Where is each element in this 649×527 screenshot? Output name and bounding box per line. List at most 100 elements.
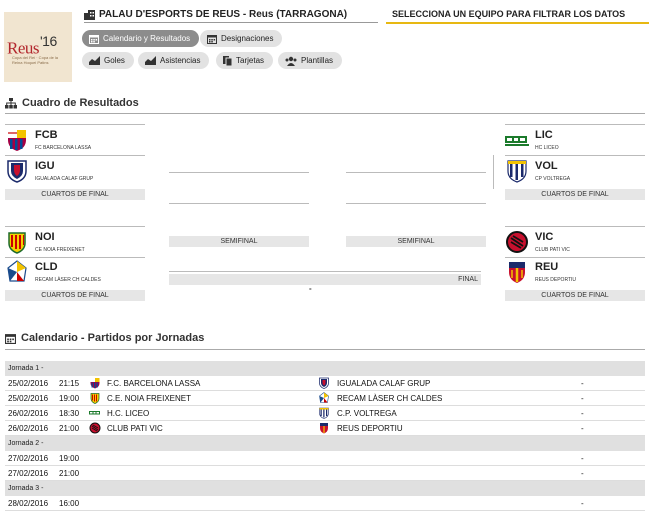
- tab-plantillas-label: Plantillas: [301, 56, 334, 65]
- bracket-line: [5, 155, 145, 156]
- match-date: 26/02/2016: [8, 409, 49, 418]
- team-igu[interactable]: IGU IGUALADA CALAF GRUP: [5, 157, 145, 187]
- bracket-line: [5, 226, 145, 227]
- match-time: 19:00: [59, 394, 80, 403]
- match-row[interactable]: 26/02/2016 21:00 CLUB PATI VIC REUS DEPO…: [5, 421, 645, 436]
- vic-crest-icon: [89, 422, 101, 434]
- match-row[interactable]: 25/02/2016 19:00 C.E. NOIA FREIXENET REC…: [5, 391, 645, 406]
- team-code: REU: [535, 261, 559, 273]
- tab-goles[interactable]: Goles: [82, 52, 134, 69]
- round-label-semifinal-right: SEMIFINAL: [346, 236, 486, 247]
- tab-designaciones-label: Designaciones: [221, 34, 274, 43]
- bracket-line: [505, 124, 645, 125]
- bracket-line: [169, 172, 309, 173]
- bracket-line: [346, 203, 486, 204]
- area-chart-icon: [89, 56, 100, 65]
- match-home-team[interactable]: CLUB PATI VIC: [107, 424, 163, 433]
- team-code: IGU: [35, 160, 55, 172]
- match-away-team[interactable]: RECAM LÀSER CH CALDES: [337, 394, 442, 403]
- jornada-header: Jornada 1 -: [5, 361, 645, 376]
- match-date: 25/02/2016: [8, 394, 49, 403]
- match-away-team[interactable]: REUS DEPORTIU: [337, 424, 403, 433]
- match-result: -: [581, 379, 584, 388]
- match-home-team[interactable]: H.C. LICEO: [107, 409, 149, 418]
- bracket-line: [5, 124, 145, 125]
- round-label-final: FINAL: [169, 274, 481, 285]
- tab-calendario[interactable]: Calendario y Resultados: [82, 30, 200, 47]
- team-name: IGUALADA CALAF GRUP: [35, 176, 94, 182]
- team-name: RECAM LÀSER CH CALDES: [35, 277, 101, 283]
- match-result: -: [581, 454, 584, 463]
- cld-crest-icon: [319, 392, 329, 403]
- team-name: FC BARCELONA LASSA: [35, 145, 92, 151]
- igu-crest-icon: [319, 377, 329, 389]
- tab-plantillas[interactable]: Plantillas: [278, 52, 343, 69]
- team-lic[interactable]: LIC HC LICEO: [505, 126, 645, 156]
- team-code: FCB: [35, 129, 58, 141]
- team-code: LIC: [535, 129, 553, 141]
- round-label-cuartos: CUARTOS DE FINAL: [5, 290, 145, 301]
- tab-designaciones[interactable]: Designaciones: [200, 30, 283, 47]
- venue-text: PALAU D'ESPORTS DE REUS - Reus (TARRAGON…: [99, 9, 348, 20]
- team-cld[interactable]: CLD RECAM LÀSER CH CALDES: [5, 258, 145, 288]
- bracket-title: Cuadro de Resultados: [5, 97, 139, 109]
- users-icon: [285, 56, 297, 66]
- round-label-cuartos: CUARTOS DE FINAL: [505, 290, 645, 301]
- match-home-team[interactable]: C.E. NOIA FREIXENET: [107, 394, 191, 403]
- match-row[interactable]: 27/02/2016 19:00 -: [5, 451, 645, 466]
- bracket-line: [505, 155, 645, 156]
- bracket-line: [169, 203, 309, 204]
- team-noi[interactable]: NOI CE NOIA FREIXENET: [5, 228, 145, 258]
- match-date: 28/02/2016: [8, 499, 49, 508]
- team-vic[interactable]: VIC CLUB PATI VIC: [505, 228, 645, 258]
- lic-crest-icon: [505, 136, 529, 146]
- bracket-line: [169, 271, 481, 272]
- event-logo: Reus'16 Copa del Rei · Copa de la Reina …: [4, 12, 72, 82]
- igu-crest-icon: [7, 160, 27, 183]
- match-row[interactable]: 28/02/2016 16:00 -: [5, 496, 645, 511]
- bracket-line: [505, 226, 645, 227]
- noi-crest-icon: [8, 232, 26, 254]
- tab-goles-label: Goles: [104, 56, 125, 65]
- vic-crest-icon: [506, 231, 528, 253]
- team-name: HC LICEO: [535, 145, 559, 151]
- match-result: -: [581, 394, 584, 403]
- match-date: 25/02/2016: [8, 379, 49, 388]
- match-result: -: [581, 424, 584, 433]
- calendar-icon: [89, 34, 99, 44]
- vol-crest-icon: [507, 160, 527, 183]
- reu-crest-icon: [509, 262, 525, 283]
- team-code: NOI: [35, 231, 55, 243]
- match-time: 18:30: [59, 409, 80, 418]
- match-row[interactable]: 25/02/2016 21:15 F.C. BARCELONA LASSA IG…: [5, 376, 645, 391]
- tab-tarjetas-label: Tarjetas: [236, 56, 265, 65]
- calendar-icon: [207, 34, 217, 44]
- team-reu[interactable]: REU REUS DEPORTIU: [505, 258, 645, 288]
- match-row[interactable]: 27/02/2016 21:00 -: [5, 466, 645, 481]
- match-row[interactable]: 26/02/2016 18:30 H.C. LICEO C.P. VOLTREG…: [5, 406, 645, 421]
- lic-crest-icon: [89, 411, 100, 415]
- tab-tarjetas[interactable]: Tarjetas: [216, 52, 274, 69]
- logo-subtitle: Copa del Rei · Copa de la Reina Hoquei P…: [12, 55, 59, 65]
- match-date: 27/02/2016: [8, 469, 49, 478]
- team-name: CLUB PATI VIC: [535, 247, 570, 253]
- filter-divider: [386, 22, 649, 24]
- team-code: CLD: [35, 261, 58, 273]
- match-away-team[interactable]: C.P. VOLTREGA: [337, 409, 397, 418]
- jornada-header: Jornada 3 -: [5, 481, 645, 496]
- match-away-team[interactable]: IGUALADA CALAF GRUP: [337, 379, 430, 388]
- team-name: CP VOLTREGA: [535, 176, 571, 182]
- team-fcb[interactable]: FCB FC BARCELONA LASSA: [5, 126, 145, 156]
- team-filter-label[interactable]: SELECCIONA UN EQUIPO PARA FILTRAR LOS DA…: [392, 9, 625, 19]
- bracket-line: [346, 172, 486, 173]
- round-label-cuartos: CUARTOS DE FINAL: [5, 189, 145, 200]
- calendar-divider: [5, 349, 645, 350]
- jornada-header: Jornada 2 -: [5, 436, 645, 451]
- team-vol[interactable]: VOL CP VOLTREGA: [505, 157, 645, 187]
- tab-asistencias[interactable]: Asistencias: [138, 52, 210, 69]
- reu-crest-icon: [320, 423, 328, 434]
- calendar-table: Jornada 1 - 25/02/2016 21:15 F.C. BARCEL…: [5, 361, 645, 511]
- match-home-team[interactable]: F.C. BARCELONA LASSA: [107, 379, 200, 388]
- fcb-crest-icon: [90, 378, 100, 389]
- tab-asistencias-label: Asistencias: [160, 56, 201, 65]
